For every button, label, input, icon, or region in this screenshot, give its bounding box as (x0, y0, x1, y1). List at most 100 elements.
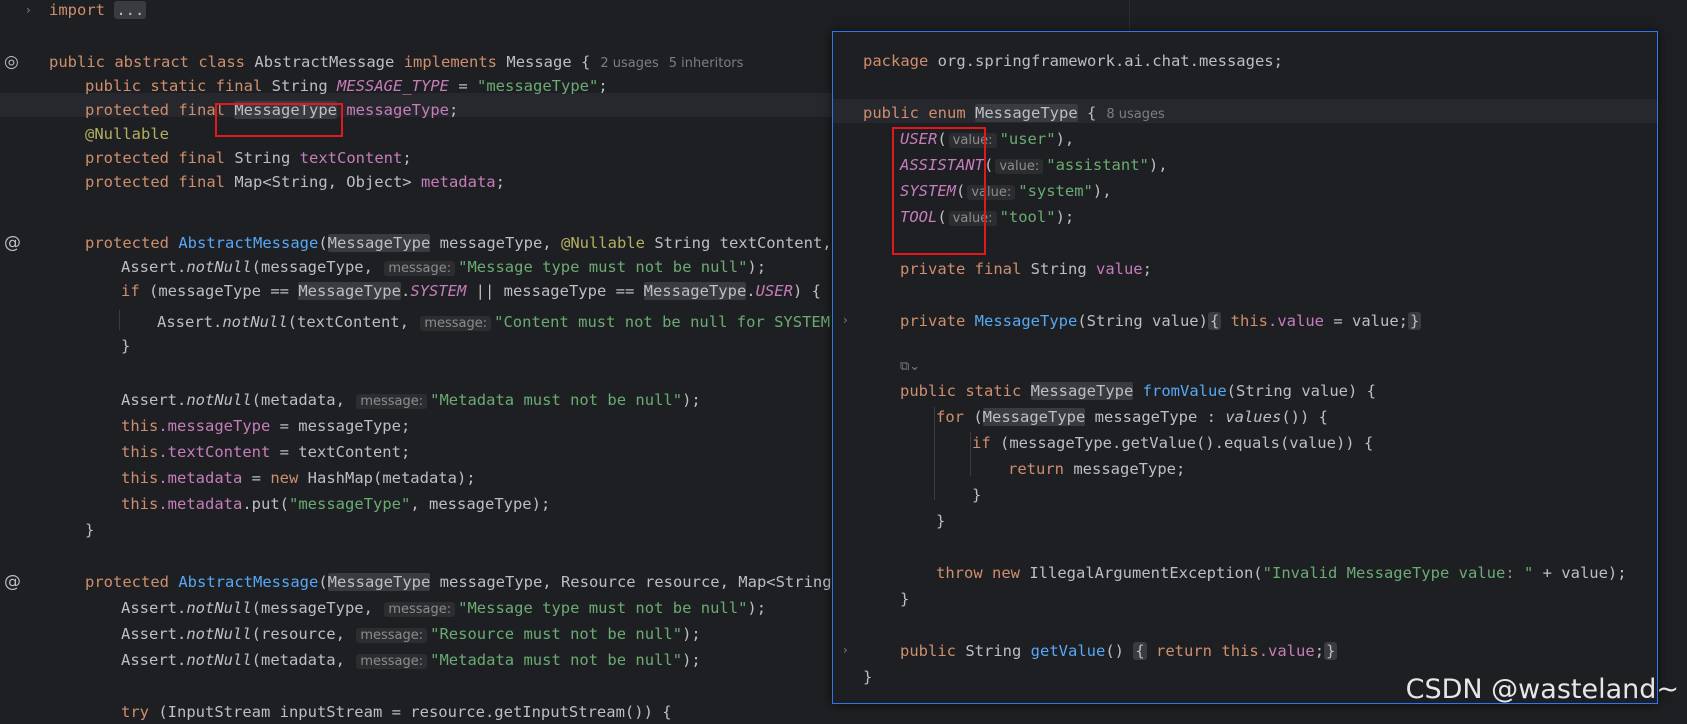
fold-chevron-icon[interactable]: › (843, 308, 848, 332)
constant-name: MESSAGE_TYPE (337, 77, 449, 95)
code-line[interactable]: return messageType; (1008, 457, 1185, 481)
code-line[interactable]: if (messageType.getValue().equals(value)… (972, 431, 1373, 455)
code-text: . (400, 282, 411, 300)
code-line[interactable]: protected final String textContent; (85, 146, 412, 170)
implementation-gutter-icon[interactable]: ◎ (4, 50, 19, 74)
fold-chevron-icon[interactable]: › (843, 638, 848, 662)
code-text: (InputStream inputStream = resource.getI… (149, 703, 672, 721)
code-line[interactable]: } (85, 518, 94, 542)
fold-chevron-icon[interactable]: › (26, 0, 31, 22)
keyword: public static (900, 382, 1022, 400)
constructor-declaration-line[interactable]: protected AbstractMessage(MessageType me… (85, 231, 860, 255)
string-literal: "Resource must not be null" (430, 625, 683, 643)
method-call: notNull (186, 599, 252, 617)
code-line[interactable]: throw new IllegalArgumentException("Inva… (936, 561, 1627, 585)
parameter-hint: message: (356, 394, 428, 409)
constant-name: SYSTEM (410, 282, 467, 300)
string-literal: "Metadata must not be null" (430, 651, 683, 669)
fold-brace[interactable]: { (1207, 312, 1222, 330)
code-line[interactable]: Assert.notNull(textContent, message: "Con… (157, 310, 858, 334)
code-line[interactable]: } (863, 665, 872, 689)
fold-brace[interactable]: } (1408, 312, 1422, 330)
enum-name-highlighted[interactable]: MessageType (975, 104, 1078, 122)
code-line[interactable]: private final String value; (900, 257, 1152, 281)
package-line[interactable]: package org.springframework.ai.chat.mess… (863, 49, 1283, 73)
param-text: String textContent, Ma (644, 234, 860, 252)
package-name: org.springframework.ai.chat.messages; (928, 52, 1283, 70)
code-text: . (746, 282, 756, 300)
override-gutter-icon[interactable]: @ (4, 231, 21, 255)
code-text: Assert. (121, 599, 187, 617)
fold-brace[interactable]: { (1133, 642, 1147, 660)
code-line[interactable]: } (936, 509, 945, 533)
parameter-hint: message: (356, 654, 428, 669)
brace: } (900, 590, 910, 608)
keyword: public (863, 104, 919, 122)
code-line[interactable]: protected final Map<String, Object> meta… (85, 170, 505, 194)
import-line[interactable]: import ... (49, 0, 147, 22)
import-fold[interactable]: ... (114, 1, 147, 19)
param-text: messageType, (430, 234, 561, 252)
type-name: String (234, 149, 291, 167)
field-name: .textContent (158, 443, 271, 461)
code-line[interactable]: Assert.notNull(metadata, message: "Metada… (121, 388, 701, 412)
type-name-highlighted[interactable]: MessageType (1030, 382, 1134, 400)
type-name-highlighted[interactable]: MessageType (643, 282, 747, 300)
semicolon: ; (598, 77, 608, 95)
code-vision-icon[interactable]: ⧉⌄ (900, 359, 920, 374)
usages-link[interactable]: 8 usages (1106, 107, 1164, 122)
brace: } (121, 337, 131, 355)
code-text: Assert. (121, 258, 187, 276)
keyword: protected final (85, 101, 225, 119)
enum-declaration-line[interactable]: public enum MessageType {8 usages (863, 101, 1165, 125)
override-gutter-icon[interactable]: @ (4, 570, 21, 594)
type-name: String (1021, 260, 1096, 278)
type-name-highlighted[interactable]: MessageType (327, 234, 431, 252)
code-text: || messageType == (466, 282, 644, 300)
code-text: (textContent, (287, 313, 419, 331)
code-line[interactable]: } (972, 483, 981, 507)
code-line[interactable]: Assert.notNull(metadata, message: "Metada… (121, 648, 701, 672)
code-line[interactable]: Assert.notNull(messageType, message: "Mes… (121, 255, 766, 279)
code-text: ), (1055, 130, 1075, 148)
code-line[interactable]: } (900, 587, 909, 611)
keyword: return (1156, 642, 1213, 660)
code-line[interactable]: this.messageType = messageType; (121, 414, 410, 438)
code-line[interactable]: Assert.notNull(resource, message: "Resour… (121, 622, 701, 646)
inlay-marker[interactable]: ⧉⌄ (900, 355, 920, 379)
code-line[interactable]: Assert.notNull(messageType, message: "Mes… (121, 596, 766, 620)
code-line[interactable]: } (121, 334, 130, 358)
type-name-highlighted[interactable]: MessageType (327, 573, 431, 591)
annotation: @Nullable (560, 234, 645, 252)
code-line[interactable]: this.textContent = textContent; (121, 440, 410, 464)
code-line[interactable]: public static final String MESSAGE_TYPE … (85, 74, 608, 98)
code-text: (metadata, (251, 651, 355, 669)
operator: = (458, 77, 468, 95)
editor-separator (1129, 0, 1130, 31)
code-line[interactable]: this.metadata.put("messageType", message… (121, 492, 550, 516)
parameter-hint: message: (384, 602, 456, 617)
code-line[interactable]: if (messageType == MessageType.SYSTEM ||… (121, 279, 821, 303)
string-literal: "Message type must not be null" (458, 599, 748, 617)
keyword: try (121, 703, 149, 721)
code-line[interactable]: this.metadata = new HashMap(metadata); (121, 466, 476, 490)
constructor-declaration-line[interactable]: protected AbstractMessage(MessageType me… (85, 570, 860, 594)
quick-definition-popup[interactable]: › › package org.springframework.ai.chat.… (832, 31, 1658, 704)
inheritors-link[interactable]: 5 inheritors (669, 56, 744, 71)
constructor-name: MessageType (974, 312, 1078, 330)
type-name-highlighted[interactable]: MessageType (298, 282, 401, 300)
code-text: Assert. (121, 625, 187, 643)
usages-link[interactable]: 2 usages (600, 56, 658, 71)
fold-brace[interactable]: } (1324, 642, 1338, 660)
type-name-highlighted[interactable]: MessageType (982, 408, 1086, 426)
code-line[interactable]: @Nullable (85, 122, 169, 146)
code-text: ); (682, 391, 701, 409)
method-declaration-line[interactable]: public static MessageType fromValue(Stri… (900, 379, 1376, 403)
code-line[interactable]: try (InputStream inputStream = resource.… (121, 700, 672, 724)
class-declaration-line[interactable]: public abstract class AbstractMessage im… (49, 50, 743, 74)
method-name: getValue (1030, 642, 1106, 660)
constructor-line[interactable]: private MessageType(String value){ this.… (900, 309, 1422, 333)
getter-line[interactable]: public String getValue() { return this.v… (900, 639, 1338, 663)
code-line[interactable]: for (MessageType messageType : values())… (936, 405, 1328, 429)
brace: } (863, 668, 873, 686)
